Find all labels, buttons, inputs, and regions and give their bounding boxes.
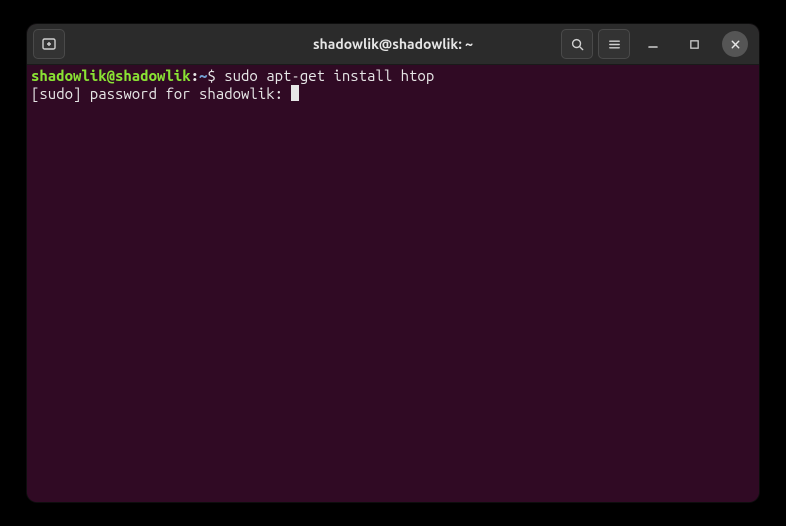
close-button[interactable] xyxy=(722,31,748,57)
terminal-window: shadowlik@shadowlik: ~ xyxy=(27,24,759,502)
titlebar-left xyxy=(33,29,65,59)
close-icon xyxy=(730,39,741,50)
titlebar-right xyxy=(561,29,753,59)
terminal-body[interactable]: shadowlik@shadowlik:~$ sudo apt-get inst… xyxy=(27,65,759,502)
maximize-button[interactable] xyxy=(681,31,707,57)
prompt-dollar: $ xyxy=(207,67,224,84)
new-tab-icon xyxy=(41,36,57,52)
minimize-icon xyxy=(647,38,659,50)
hamburger-icon xyxy=(607,37,622,52)
search-icon xyxy=(570,37,585,52)
prompt-colon: : xyxy=(191,67,199,84)
menu-button[interactable] xyxy=(598,29,630,59)
search-button[interactable] xyxy=(561,29,593,59)
cursor xyxy=(291,85,299,101)
maximize-icon xyxy=(689,39,700,50)
prompt-user-host: shadowlik@shadowlik xyxy=(31,67,191,84)
new-tab-button[interactable] xyxy=(33,29,65,59)
command-text: sudo apt-get install htop xyxy=(224,67,434,84)
output-line: [sudo] password for shadowlik: xyxy=(31,85,291,102)
minimize-button[interactable] xyxy=(640,31,666,57)
window-title: shadowlik@shadowlik: ~ xyxy=(313,36,473,52)
titlebar: shadowlik@shadowlik: ~ xyxy=(27,24,759,65)
